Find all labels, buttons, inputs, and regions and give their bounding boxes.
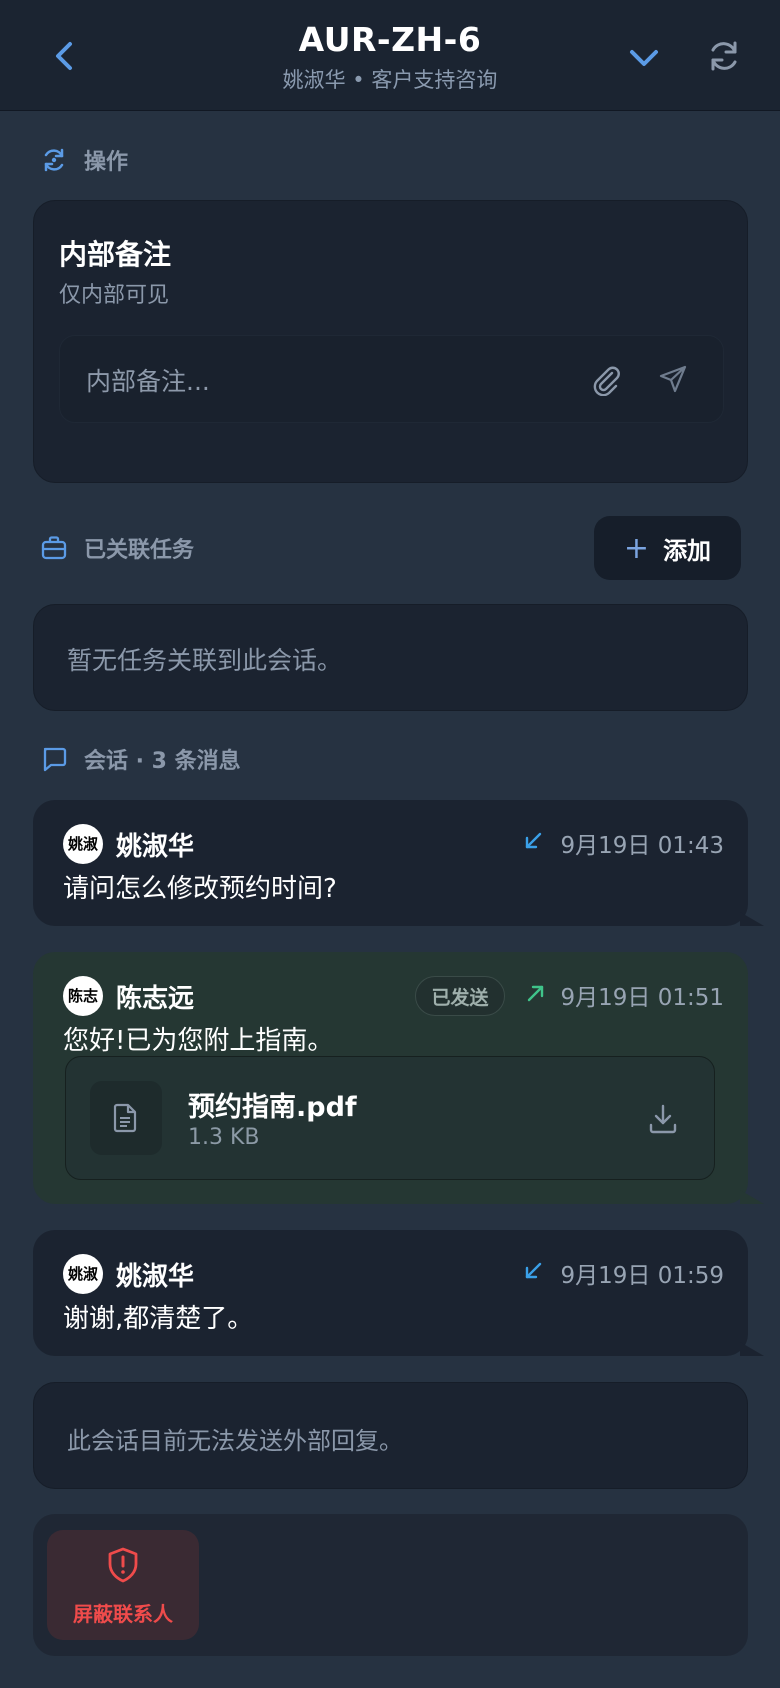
- top-bar: AUR-ZH-6 姚淑华 • 客户支持咨询: [0, 0, 780, 111]
- status-badge: 已发送: [415, 976, 505, 1016]
- send-icon[interactable]: [658, 364, 688, 394]
- message-item: 姚淑 姚淑华 9月19日 01:59 谢谢,都清楚了。: [33, 1230, 764, 1356]
- tasks-empty-text: 暂无任务关联到此会话。: [67, 646, 343, 675]
- conversation-section-label: 会话 · 3 条消息: [40, 744, 241, 774]
- message-sender: 姚淑华: [116, 832, 195, 862]
- internal-note-card: 内部备注 仅内部可见 内部备注...: [33, 200, 748, 483]
- conversation-section-title: 会话 · 3 条消息: [84, 749, 241, 774]
- paperclip-icon[interactable]: [590, 364, 622, 396]
- message-sender: 姚淑华: [116, 1262, 195, 1292]
- avatar: 姚淑: [63, 824, 103, 864]
- refresh-icon[interactable]: [706, 38, 742, 74]
- attachment-card[interactable]: 预约指南.pdf 1.3 KB: [65, 1056, 715, 1180]
- avatar: 姚淑: [63, 1254, 103, 1294]
- internal-note-placeholder: 内部备注...: [86, 367, 210, 396]
- avatar: 陈志: [63, 976, 103, 1016]
- message-sender: 陈志远: [116, 984, 195, 1014]
- download-icon[interactable]: [648, 1103, 678, 1135]
- incoming-arrow-icon: [525, 1262, 542, 1279]
- add-task-label: 添加: [663, 536, 712, 565]
- add-task-button[interactable]: + 添加: [594, 516, 741, 580]
- shield-alert-icon: [108, 1547, 138, 1583]
- message-time: 9月19日 01:59: [560, 1263, 725, 1289]
- outgoing-arrow-icon: [527, 985, 544, 1002]
- message-time: 9月19日 01:51: [560, 985, 725, 1011]
- file-icon: [90, 1081, 162, 1155]
- message-body: 谢谢,都清楚了。: [63, 1304, 254, 1334]
- message-body: 您好!已为您附上指南。: [63, 1026, 334, 1056]
- briefcase-icon: [41, 536, 67, 560]
- block-contact-button[interactable]: 屏蔽联系人: [47, 1530, 199, 1640]
- page-subtitle: 姚淑华 • 客户支持咨询: [282, 68, 498, 92]
- tasks-section-title: 已关联任务: [84, 538, 195, 563]
- plus-icon: +: [623, 530, 650, 566]
- message-body: 请问怎么修改预约时间?: [63, 874, 337, 904]
- chevron-down-icon[interactable]: [626, 40, 662, 76]
- message-item: 姚淑 姚淑华 9月19日 01:43 请问怎么修改预约时间?: [33, 800, 764, 926]
- actions-section-title: 操作: [84, 150, 129, 175]
- tasks-section-label: 已关联任务: [40, 533, 194, 563]
- rotate-icon: [44, 148, 64, 172]
- page-title: AUR-ZH-6: [298, 20, 482, 59]
- contact-actions-card: 屏蔽联系人: [33, 1514, 748, 1656]
- block-contact-label: 屏蔽联系人: [73, 1602, 173, 1626]
- internal-note-title: 内部备注: [59, 238, 172, 271]
- incoming-arrow-icon: [525, 832, 542, 849]
- attachment-size: 1.3 KB: [188, 1125, 260, 1150]
- no-reply-notice-text: 此会话目前无法发送外部回复。: [67, 1427, 403, 1455]
- message-item: 陈志 陈志远 已发送 9月19日 01:51 您好!已为您附上指南。 预约指南.…: [33, 952, 764, 1204]
- message-time: 9月19日 01:43: [560, 833, 725, 859]
- attachment-name: 预约指南.pdf: [188, 1092, 357, 1123]
- chat-bubble-icon: [43, 747, 67, 772]
- no-reply-notice-card: 此会话目前无法发送外部回复。: [33, 1382, 748, 1489]
- tasks-empty-card: 暂无任务关联到此会话。: [33, 604, 748, 711]
- actions-section-label: 操作: [40, 145, 128, 175]
- internal-note-input[interactable]: 内部备注...: [59, 335, 724, 423]
- internal-note-subtitle: 仅内部可见: [59, 283, 170, 308]
